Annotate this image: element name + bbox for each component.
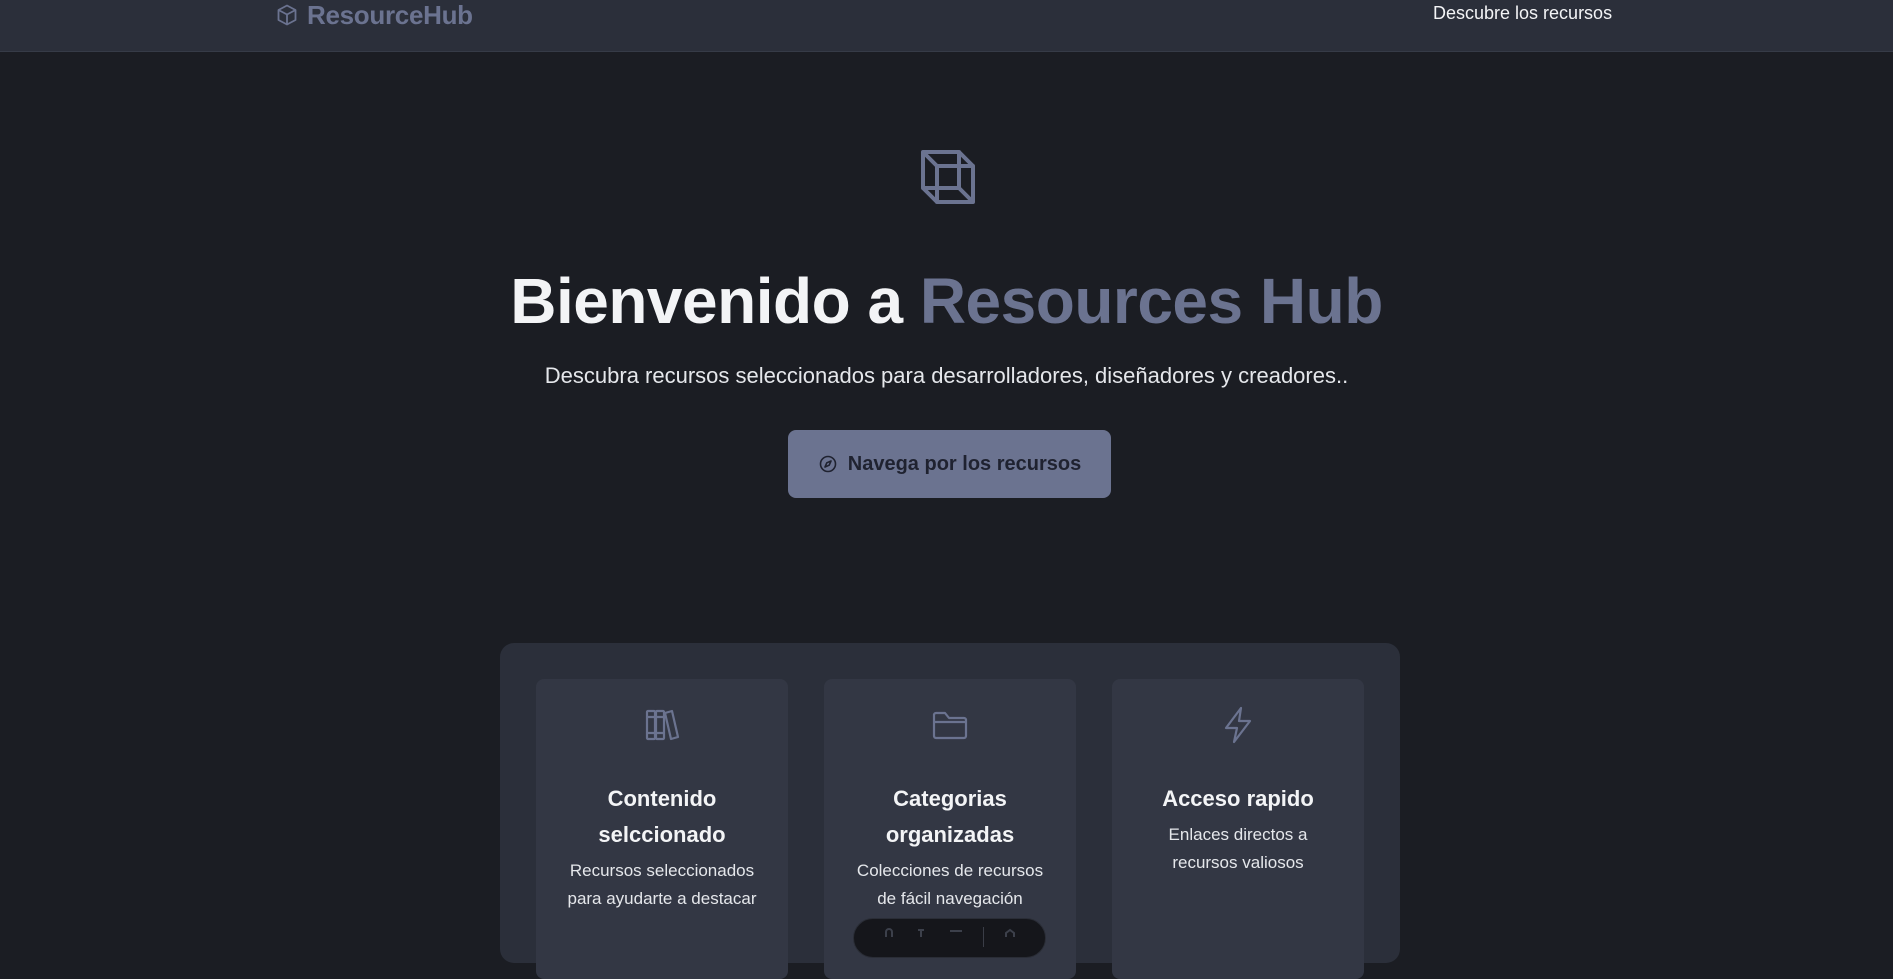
feature-title: Acceso rapido (1122, 781, 1354, 817)
top-navbar: ResourceHub Descubre los recursos (0, 0, 1893, 52)
floating-toolbar (853, 918, 1046, 958)
toolbar-icon[interactable] (915, 927, 929, 937)
gear-icon[interactable] (1003, 927, 1017, 937)
lightning-icon (1218, 705, 1258, 745)
books-icon (642, 705, 682, 745)
hero-title-accent: Resources Hub (919, 265, 1383, 337)
feature-title-line2: organizadas (885, 822, 1015, 847)
toolbar-divider (982, 927, 984, 947)
feature-desc-line2: de fácil navegación (877, 889, 1023, 908)
hero-title-prefix: Bienvenido a (510, 265, 920, 337)
nav-link-discover-resources[interactable]: Descubre los recursos (1433, 3, 1612, 24)
feature-card-curated-content: Contenido selccionado Recursos seleccion… (536, 679, 788, 979)
hero-subtitle: Descubra recursos seleccionados para des… (544, 363, 1349, 388)
cube-icon (275, 3, 299, 27)
feature-title-line2: selccionado (598, 822, 726, 847)
brand-name: ResourceHub (307, 0, 473, 30)
feature-title-line1: Contenido (607, 786, 717, 811)
compass-icon (818, 454, 838, 474)
feature-description: Colecciones de recursos de fácil navegac… (840, 857, 1060, 913)
menu-icon[interactable] (949, 927, 963, 937)
feature-desc-line1: Enlaces directos a (1168, 825, 1308, 844)
folder-icon (930, 705, 970, 745)
feature-desc-line1: Colecciones de recursos (856, 861, 1044, 880)
feature-description: Enlaces directos a recursos valiosos (1128, 821, 1348, 877)
hero-title: Bienvenido a Resources Hub (0, 262, 1893, 340)
feature-desc-line1: Recursos seleccionados (569, 861, 755, 880)
cube-outline-icon (919, 148, 979, 208)
brand-logo-link[interactable]: ResourceHub (275, 0, 473, 30)
feature-title: Contenido selccionado (546, 781, 778, 853)
feature-title-line1: Acceso rapido (1162, 786, 1314, 811)
feature-desc-line2: recursos valiosos (1172, 853, 1304, 872)
feature-card-quick-access: Acceso rapido Enlaces directos a recurso… (1112, 679, 1364, 979)
browse-resources-label: Navega por los recursos (847, 452, 1082, 475)
toolbar-icon[interactable] (882, 927, 896, 937)
feature-title-line1: Categorias (893, 786, 1007, 811)
feature-title: Categorias organizadas (834, 781, 1066, 853)
browse-resources-button[interactable]: Navega por los recursos (788, 430, 1111, 498)
feature-description: Recursos seleccionados para ayudarte a d… (552, 857, 772, 913)
feature-desc-line2: para ayudarte a destacar (567, 889, 757, 908)
